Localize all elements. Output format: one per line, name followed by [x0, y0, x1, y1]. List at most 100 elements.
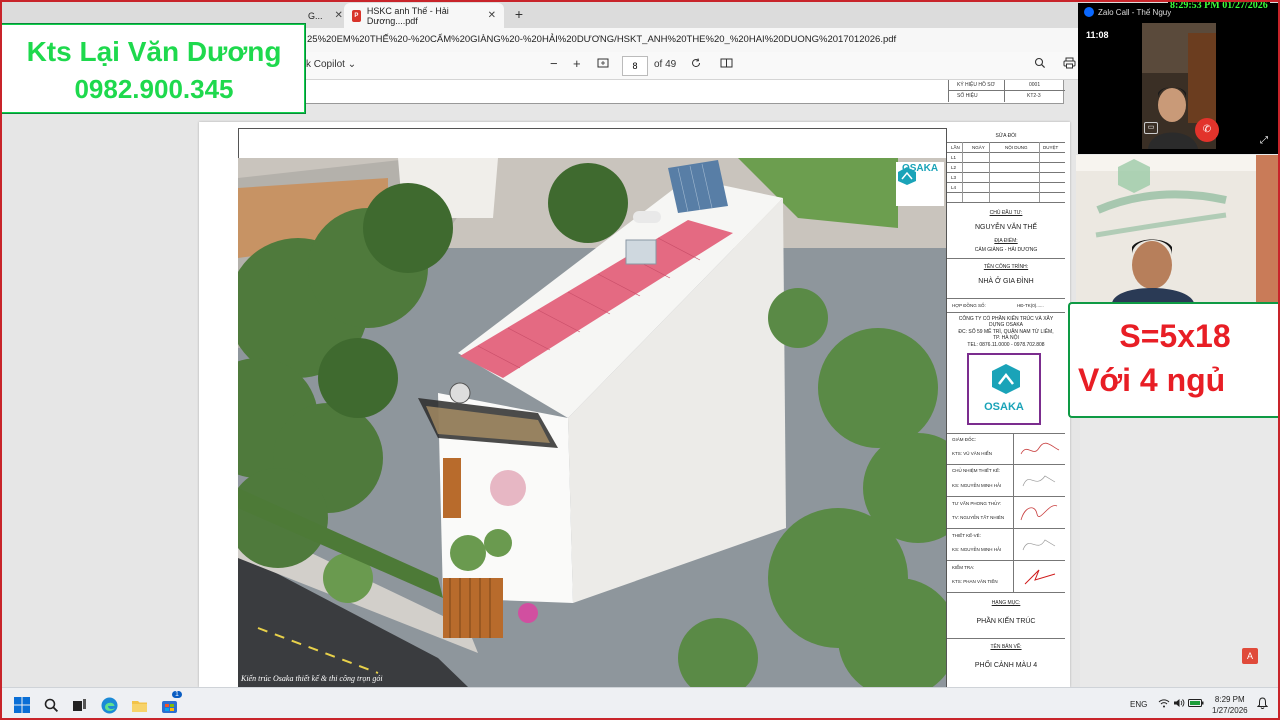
zalo-call-window[interactable]: Zalo Call - Thế Nguy 11:08 ▭ ✆ ⤢ [1078, 3, 1280, 154]
new-tab-button[interactable]: + [510, 5, 528, 23]
prev-row1-label: KÝ HIỆU HỒ SƠ [957, 82, 995, 88]
taskbar-clock[interactable]: 8:29 PM 1/27/2026 [1212, 694, 1248, 716]
call-timer: 11:08 [1086, 30, 1109, 40]
tab-label: G... [308, 10, 323, 21]
prev-row1-value: 0001 [1029, 82, 1041, 88]
chevron-down-icon: ⌄ [347, 59, 357, 70]
rev-row-2: L2 [951, 165, 957, 170]
wifi-icon[interactable] [1158, 698, 1170, 711]
role-2: CHỦ NHIỆM THIẾT KẾ: [952, 468, 1001, 473]
store-badge: 1 [172, 691, 182, 698]
zoom-in-icon[interactable]: + [573, 56, 581, 71]
pdf-icon: P [352, 9, 361, 22]
category: PHẦN KIẾN TRÚC [976, 618, 1036, 625]
rendering-image [238, 158, 946, 687]
explorer-icon[interactable] [129, 695, 149, 715]
role-4: THIẾT KẾ-VẼ: [952, 533, 981, 538]
spec-overlay: S=5x18 Với 4 ngủ [1068, 302, 1280, 418]
recording-clock: 8:29:53 PM 01/27/2026 [1168, 0, 1270, 11]
person-3: TV: NGUYỄN TẤT NHIÊN [952, 515, 1005, 520]
contract-label: HỢP ĐỒNG SỐ: [952, 303, 986, 308]
plus-icon: + [514, 6, 524, 22]
tab-label: HSKC anh Thế - Hải Dương....pdf [366, 5, 449, 26]
copilot-button[interactable]: k Copilot ⌄ [306, 59, 356, 70]
edge-icon[interactable] [99, 695, 119, 715]
drawing-label: TÊN BẢN VẼ: [990, 644, 1022, 650]
url-text[interactable]: 25%20EM%20THẾ%20-%20CẨM%20GIÀNG%20-%20HẢ… [307, 34, 896, 45]
prev-row2-label: SỐ HIỆU [957, 93, 978, 99]
signature-3 [1020, 505, 1058, 521]
company-address: ĐC: SỐ 59 MỄ TRÌ, QUẬN NAM TỪ LIÊM, TP. … [958, 329, 1054, 341]
owner-label: CHỦ ĐẦU TƯ: [989, 210, 1023, 216]
print-icon[interactable] [1063, 57, 1076, 72]
brand-name: Kts Lại Văn Dương [26, 36, 282, 67]
brand-phone: 0982.900.345 [74, 74, 234, 104]
signature-4 [1022, 539, 1056, 551]
screen-share-button[interactable]: ▭ [1144, 122, 1158, 134]
render-watermark: Kiến trúc Osaka thiết kế & thi công trọn… [241, 674, 383, 683]
rev-col-4: DUYỆT [1043, 145, 1059, 150]
location-label: ĐỊA ĐIỂM: [994, 238, 1018, 244]
owner-name: NGUYỄN VĂN THẾ [974, 224, 1038, 231]
previous-page-bottom: KÝ HIỆU HỒ SƠ 0001 SỐ HIỆU KT2-3 [238, 80, 1065, 104]
webcam-feed [1076, 155, 1280, 303]
render-logo: OSAKA [896, 162, 944, 206]
copilot-label: k Copilot [306, 59, 345, 70]
osaka-logo-box: OSAKA [967, 353, 1041, 425]
role-5: KIỂM TRA: [952, 565, 975, 570]
rev-col-3: NỘI DUNG [1005, 145, 1028, 150]
acrobat-icon[interactable]: A [1242, 648, 1258, 664]
rev-col-2: NGÀY [972, 145, 985, 150]
category-label: HẠNG MỤC: [991, 600, 1021, 606]
rev-row-1: L1 [951, 155, 957, 160]
windows-taskbar: 1 ENG 8:29 PM 1/27/2026 [0, 687, 1280, 720]
osaka-logo-text: OSAKA [984, 401, 1024, 413]
signature-5 [1024, 569, 1056, 585]
taskbar-time: 8:29 PM [1214, 695, 1245, 704]
revision-header: SỬA ĐỔI [995, 133, 1017, 139]
zalo-title-bar: Zalo Call - Thế Nguy [1084, 7, 1171, 17]
two-page-icon[interactable] [720, 57, 733, 72]
brand-overlay: Kts Lại Văn Dương 0982.900.345 [0, 23, 306, 114]
fit-page-icon[interactable] [597, 57, 609, 72]
project-label: TÊN CÔNG TRÌNH: [983, 264, 1029, 270]
prev-title-cells: KÝ HIỆU HỒ SƠ 0001 SỐ HIỆU KT2-3 [948, 80, 1065, 102]
search-icon[interactable] [1034, 57, 1046, 72]
task-view-icon[interactable] [69, 695, 89, 715]
title-block: SỬA ĐỔI LẦN NGÀY NỘI DUNG DUYỆT L1 L2 L3… [946, 128, 1065, 687]
close-icon[interactable]: ✕ [335, 10, 343, 21]
close-icon[interactable]: ✕ [488, 10, 496, 21]
osaka-logo-icon [898, 167, 916, 185]
location: CẨM GIÀNG - HẢI DƯƠNG [974, 247, 1038, 253]
person-2: KS: NGUYỄN MINH HẢI [952, 483, 1002, 488]
prev-row2-value: KT2-3 [1027, 93, 1041, 99]
project-name: NHÀ Ở GIA ĐÌNH [978, 278, 1034, 285]
page-number-input[interactable] [622, 56, 648, 76]
signature-2 [1022, 475, 1056, 487]
rotate-icon[interactable] [690, 57, 702, 72]
zoom-out-icon[interactable]: − [550, 56, 558, 71]
notification-bell-icon[interactable] [1256, 697, 1269, 712]
search-icon[interactable] [41, 695, 61, 715]
architectural-rendering: OSAKA Kiến trúc Osaka thiết kế & thi côn… [238, 158, 946, 687]
spec-line-1: S=5x18 [1119, 318, 1231, 354]
role-3: TƯ VẤN PHONG THỦY: [952, 501, 1002, 506]
company-name: CÔNG TY CỔ PHẦN KIẾN TRÚC VÀ XÂY DỰNG OS… [958, 316, 1054, 328]
zalo-title: Zalo Call - Thế Nguy [1098, 7, 1172, 17]
battery-icon[interactable] [1188, 698, 1204, 711]
tab-pdf[interactable]: P HSKC anh Thế - Hải Dương....pdf ✕ [344, 3, 504, 28]
zalo-icon [1084, 7, 1094, 17]
language-indicator[interactable]: ENG [1130, 700, 1147, 709]
expand-icon[interactable]: ⤢ [1260, 135, 1268, 146]
signature-1 [1020, 442, 1060, 455]
rev-row-4: L4 [951, 185, 957, 190]
windows-start-icon[interactable] [12, 695, 32, 715]
store-icon[interactable]: 1 [159, 691, 182, 715]
person-4: KS: NGUYỄN MINH HẢI [952, 547, 1002, 552]
webcam-image [1076, 155, 1280, 303]
person-5: KTS: PHAN VĂN TIẾN [952, 579, 998, 584]
volume-icon[interactable] [1173, 698, 1185, 711]
drawing-name: PHỐI CẢNH MÀU 4 [974, 662, 1038, 669]
person-1: KTS: VŨ VĂN HIỂN [952, 451, 993, 456]
end-call-icon[interactable]: ✆ [1195, 118, 1219, 142]
